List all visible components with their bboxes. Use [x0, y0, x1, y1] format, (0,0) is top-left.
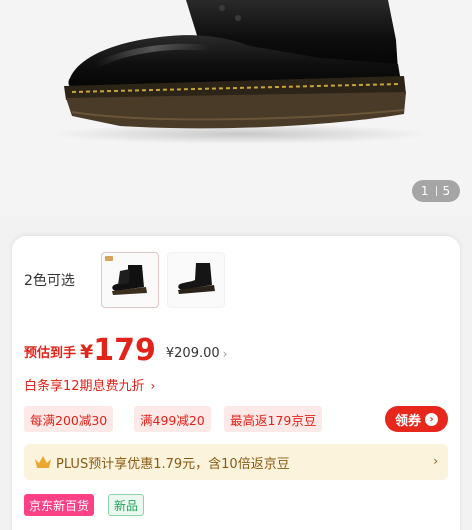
installment-text: 白条享12期息费九折	[24, 379, 145, 394]
counter-divider	[435, 186, 437, 196]
boot-thumbnail-icon	[112, 265, 147, 295]
currency-symbol: ¥	[80, 341, 94, 363]
new-product-badge: 新品	[108, 494, 145, 516]
chevron-right-icon: ›	[425, 412, 438, 426]
image-counter: 1 5	[412, 180, 460, 202]
image-counter-total: 5	[442, 184, 452, 198]
boot-thumbnail-alt-icon	[178, 263, 215, 294]
color-option-1[interactable]	[101, 252, 159, 308]
chevron-right-icon: ›	[150, 379, 156, 393]
color-options-label: 2色可选	[24, 273, 75, 289]
installment-offer-link[interactable]: 白条享12期息费九折 ›	[24, 375, 155, 394]
crown-icon	[35, 456, 51, 468]
product-image-gallery[interactable]: 1 5	[0, 0, 472, 215]
price-row: 预估到手 ¥ 179 ¥209.00 ›	[24, 332, 227, 366]
boot-image	[50, 0, 430, 144]
color-option-2[interactable]	[167, 252, 225, 308]
thumb-badge-icon	[105, 256, 113, 261]
coupon-tag-2[interactable]: 满499减20	[134, 406, 211, 432]
image-counter-current: 1	[420, 184, 430, 198]
plus-offer-text: PLUS预计享优惠1.79元，含10倍返京豆	[56, 456, 290, 472]
coupon-tag-1[interactable]: 每满200减30	[24, 406, 114, 432]
chevron-right-icon: ›	[433, 454, 438, 468]
product-info-card: 2色可选 预估到手 ¥ 179 ¥209.00 › 白条享12期息费九折 › 每…	[12, 236, 460, 530]
plus-member-offer[interactable]: PLUS预计享优惠1.79元，含10倍返京豆 ›	[24, 444, 448, 480]
product-page: 1 5 2色可选 预估到手 ¥ 179 ¥209.00 › 白条享12期息费九折…	[0, 0, 472, 530]
claim-coupon-button[interactable]: 领券 ›	[385, 406, 448, 432]
claim-coupon-label: 领券	[394, 413, 421, 429]
original-price[interactable]: ¥209.00	[166, 346, 220, 361]
current-price: 179	[93, 333, 156, 368]
chevron-right-icon: ›	[222, 347, 228, 361]
estimated-price-label: 预估到手	[24, 346, 77, 361]
jd-department-store-badge: 京东新百货	[24, 494, 95, 516]
coupon-tag-3[interactable]: 最高返179京豆	[224, 406, 323, 432]
